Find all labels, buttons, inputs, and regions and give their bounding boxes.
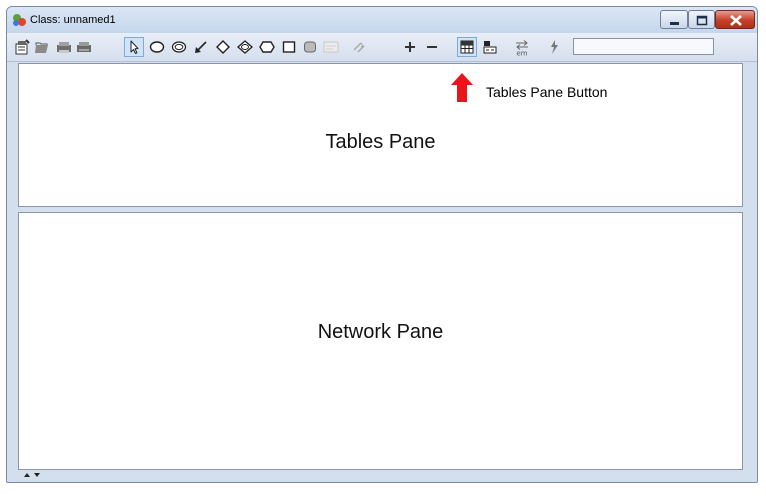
chance-node-icon bbox=[149, 41, 165, 53]
zoom-out-button[interactable] bbox=[422, 37, 442, 57]
annotation-label: Tables Pane Button bbox=[486, 84, 608, 100]
toolbar-input[interactable] bbox=[573, 38, 714, 55]
zoom-in-button[interactable] bbox=[400, 37, 420, 57]
compile-button[interactable] bbox=[544, 37, 564, 57]
network-view-icon bbox=[483, 41, 497, 54]
oval-node-icon bbox=[259, 41, 275, 53]
em-learning-label: em bbox=[516, 50, 527, 58]
chance-node-double-button[interactable] bbox=[169, 37, 189, 57]
decision-double-button[interactable] bbox=[235, 37, 255, 57]
properties-icon bbox=[15, 39, 30, 55]
tables-pane[interactable]: Tables Pane bbox=[18, 63, 743, 207]
zoom-out-icon bbox=[427, 46, 437, 48]
tables-pane-icon bbox=[460, 40, 474, 54]
tables-pane-label: Tables Pane bbox=[325, 131, 436, 153]
chance-node-double-icon bbox=[171, 41, 187, 53]
print-icon bbox=[57, 42, 71, 53]
network-pane[interactable]: Network Pane bbox=[18, 212, 743, 470]
network-view-button[interactable] bbox=[480, 37, 500, 57]
select-tool-button[interactable] bbox=[124, 37, 144, 57]
properties-button[interactable] bbox=[12, 37, 32, 57]
close-button[interactable] bbox=[715, 10, 755, 29]
print-preview-icon bbox=[77, 42, 91, 52]
disabled-label-icon bbox=[323, 41, 339, 53]
decision-diamond-icon bbox=[216, 40, 230, 54]
rounded-node-button[interactable] bbox=[300, 37, 320, 57]
window-title: Class: unnamed1 bbox=[30, 14, 116, 26]
arrange-button[interactable] bbox=[349, 37, 369, 57]
em-learning-button[interactable]: em bbox=[512, 37, 532, 57]
title-bar[interactable]: Class: unnamed1 bbox=[7, 7, 757, 33]
rectangle-node-button[interactable] bbox=[279, 37, 299, 57]
network-pane-label: Network Pane bbox=[317, 321, 444, 343]
chance-node-button[interactable] bbox=[147, 37, 167, 57]
print-button[interactable] bbox=[54, 37, 74, 57]
print-preview-button[interactable] bbox=[74, 37, 94, 57]
maximize-icon bbox=[696, 15, 708, 26]
select-arrow-icon bbox=[130, 40, 139, 54]
oval-node-button[interactable] bbox=[257, 37, 277, 57]
compile-lightning-icon bbox=[551, 40, 558, 54]
application-window: Class: unnamed1 em Tables Pane Network P… bbox=[6, 6, 758, 483]
minimize-button[interactable] bbox=[660, 10, 688, 29]
red-arrow-icon bbox=[451, 73, 473, 102]
disabled-arrange-icon bbox=[353, 42, 365, 53]
rectangle-node-icon bbox=[282, 41, 296, 53]
maximize-button[interactable] bbox=[688, 10, 715, 29]
app-icon bbox=[13, 14, 26, 26]
arc-tool-button[interactable] bbox=[191, 37, 211, 57]
label-button[interactable] bbox=[321, 37, 341, 57]
open-button[interactable] bbox=[33, 37, 53, 57]
arc-tool-icon bbox=[195, 41, 207, 53]
rounded-node-icon bbox=[304, 41, 316, 53]
tables-pane-button[interactable] bbox=[457, 37, 477, 57]
scroll-arrows-icon[interactable] bbox=[21, 470, 45, 480]
decision-node-button[interactable] bbox=[213, 37, 233, 57]
decision-double-icon bbox=[237, 40, 253, 54]
open-icon bbox=[35, 42, 48, 53]
zoom-in-icon bbox=[405, 42, 415, 52]
minimize-icon bbox=[670, 22, 679, 25]
em-learning-icon: em bbox=[516, 40, 528, 58]
close-icon bbox=[730, 15, 742, 26]
toolbar: em bbox=[7, 33, 757, 62]
